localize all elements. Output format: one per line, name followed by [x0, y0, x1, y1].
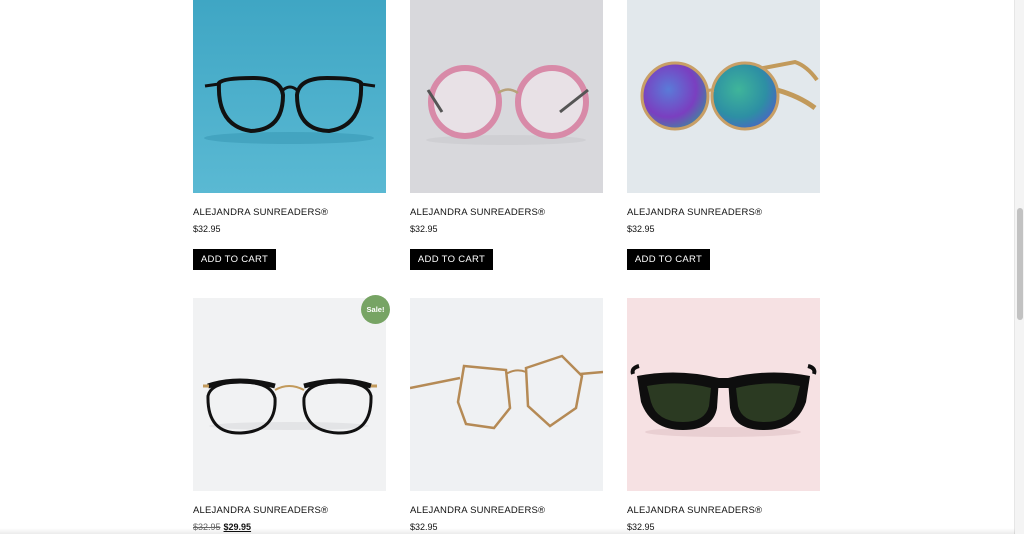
- product-image[interactable]: [627, 298, 820, 491]
- product-image[interactable]: [193, 298, 386, 491]
- scrollbar-thumb[interactable]: [1017, 208, 1023, 320]
- product-title[interactable]: ALEJANDRA SUNREADERS®: [627, 207, 762, 218]
- product-image[interactable]: [627, 0, 820, 193]
- product-title[interactable]: ALEJANDRA SUNREADERS®: [627, 505, 762, 516]
- bottom-edge-shadow: [0, 528, 1015, 534]
- product-price: $32.95: [193, 224, 221, 234]
- product-title[interactable]: ALEJANDRA SUNREADERS®: [410, 207, 545, 218]
- product-price: $32.95: [410, 224, 438, 234]
- product-image[interactable]: [410, 0, 603, 193]
- add-to-cart-button[interactable]: ADD TO CART: [627, 249, 710, 270]
- product-title[interactable]: ALEJANDRA SUNREADERS®: [193, 207, 328, 218]
- add-to-cart-button[interactable]: ADD TO CART: [193, 249, 276, 270]
- product-image[interactable]: [410, 298, 603, 491]
- add-to-cart-button[interactable]: ADD TO CART: [410, 249, 493, 270]
- product-image[interactable]: [193, 0, 386, 193]
- product-title[interactable]: ALEJANDRA SUNREADERS®: [193, 505, 328, 516]
- sale-badge: Sale!: [361, 295, 390, 324]
- product-price: $32.95: [627, 224, 655, 234]
- product-title[interactable]: ALEJANDRA SUNREADERS®: [410, 505, 545, 516]
